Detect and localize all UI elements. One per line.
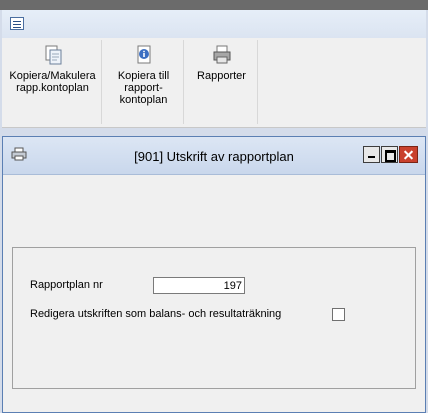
close-button[interactable]	[399, 146, 418, 163]
report-plan-number-input[interactable]	[153, 277, 245, 294]
printer-icon	[213, 45, 230, 64]
maximize-button[interactable]	[381, 146, 398, 163]
window-title: [901] Utskrift av rapportplan	[134, 149, 294, 164]
ribbon: Kopiera/Makulera rapp.kontoplan Kopiera …	[2, 10, 426, 128]
app-frame: Kopiera/Makulera rapp.kontoplan Kopiera …	[0, 0, 428, 413]
reports-label: Rapporter	[197, 70, 246, 82]
edit-as-balance-checkbox[interactable]	[332, 308, 345, 321]
copy-delete-plan-button[interactable]: Kopiera/Makulera rapp.kontoplan	[4, 40, 102, 124]
app-menu-icon[interactable]	[10, 17, 24, 30]
reports-button[interactable]: Rapporter	[186, 40, 258, 124]
ribbon-menu-bar	[2, 10, 426, 38]
copy-to-report-plan-label: Kopiera till rapport- kontoplan	[117, 70, 170, 106]
copy-to-report-plan-button[interactable]: Kopiera till rapport- kontoplan	[104, 40, 184, 124]
copy-document-icon	[45, 45, 61, 65]
report-plan-number-label: Rapportplan nr	[30, 279, 103, 291]
copy-delete-plan-label: Kopiera/Makulera rapp.kontoplan	[9, 70, 96, 94]
title-strip	[0, 0, 428, 10]
form-panel: Rapportplan nr Redigera utskriften som b…	[12, 247, 416, 389]
window-title-bar[interactable]: [901] Utskrift av rapportplan	[3, 137, 425, 175]
info-document-icon	[137, 45, 150, 64]
minimize-button[interactable]	[363, 146, 380, 163]
report-plan-print-window: [901] Utskrift av rapportplan Rapportpla…	[2, 136, 426, 413]
edit-as-balance-label: Redigera utskriften som balans- och resu…	[30, 308, 282, 320]
